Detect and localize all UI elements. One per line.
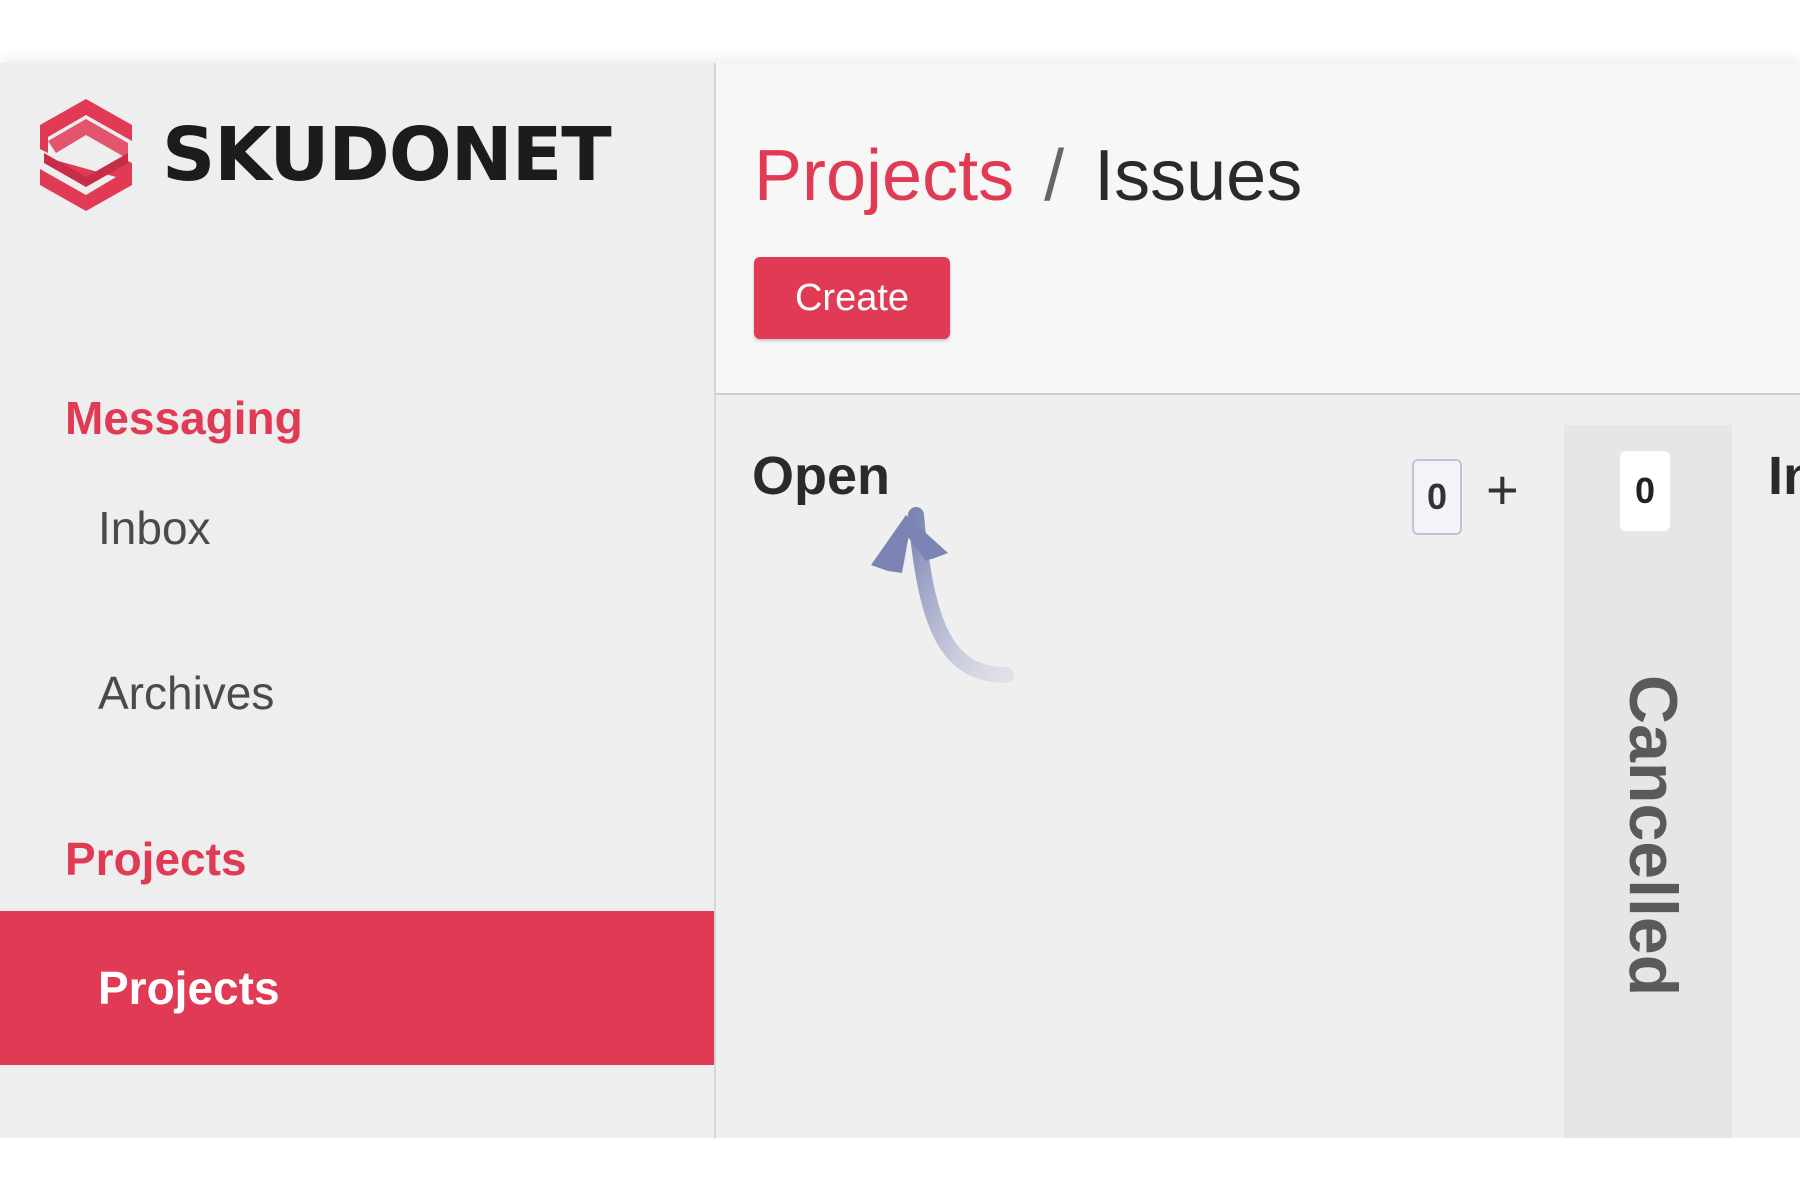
section-title-messaging: Messaging (65, 392, 303, 444)
column-title-in[interactable]: In (1768, 445, 1800, 507)
sidebar: SKUDONET Messaging Inbox Archives Projec… (0, 63, 716, 1138)
skudonet-logo-icon (36, 97, 136, 213)
sidebar-item-archives[interactable]: Archives (0, 638, 714, 748)
sidebar-item-projects[interactable]: Projects (0, 911, 714, 1065)
screenshot-frame: SKUDONET Messaging Inbox Archives Projec… (0, 0, 1800, 1200)
sidebar-item-inbox[interactable]: Inbox (0, 473, 714, 583)
section-title-projects: Projects (65, 833, 247, 885)
folded-column-count: 0 (1620, 451, 1670, 531)
breadcrumb: Projects / Issues (754, 135, 1302, 217)
app-window: SKUDONET Messaging Inbox Archives Projec… (0, 63, 1800, 1138)
column-count-badge: 0 (1412, 459, 1462, 535)
breadcrumb-projects-link[interactable]: Projects (754, 136, 1014, 216)
curved-arrow-icon (846, 455, 1106, 720)
page-title: Issues (1094, 136, 1303, 216)
kanban-board: Open 0 + 0 Cancelled In (716, 395, 1800, 1138)
main-content: Projects / Issues Create Open 0 + 0 Cancel… (716, 63, 1800, 1138)
plus-icon[interactable]: + (1486, 457, 1519, 522)
folded-column-title: Cancelled (1615, 675, 1691, 997)
control-panel: Projects / Issues Create (716, 63, 1800, 395)
create-button[interactable]: Create (754, 257, 950, 339)
breadcrumb-separator: / (1044, 136, 1065, 216)
brand-name: SKUDONET (162, 112, 612, 198)
folded-column-cancelled[interactable]: 0 Cancelled (1564, 425, 1732, 1138)
brand-logo[interactable]: SKUDONET (36, 97, 612, 213)
